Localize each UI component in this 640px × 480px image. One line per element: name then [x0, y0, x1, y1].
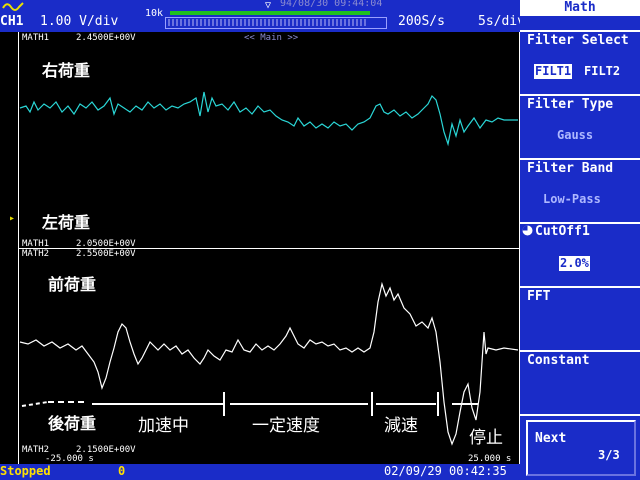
scope-logo-icon	[2, 2, 24, 11]
menu-page-indicator: 3/3	[598, 448, 620, 462]
level-marker-icon: ▸	[9, 213, 16, 224]
right-load-label: 右荷重	[42, 61, 91, 80]
filter-type-label: Filter Type	[527, 97, 614, 112]
status-datetime: 02/09/29 00:42:35	[384, 464, 507, 478]
fft-label: FFT	[527, 289, 551, 304]
math1-trace	[19, 91, 518, 147]
left-load-label: 左荷重	[42, 213, 91, 232]
menu-separator	[520, 414, 640, 416]
phase-decelerating: 減速	[384, 416, 418, 436]
time-per-div[interactable]: 5s/div	[478, 15, 525, 29]
next-label: Next	[535, 431, 567, 446]
rear-load-label: 後荷重	[48, 414, 97, 433]
menu-title: Math	[564, 0, 596, 15]
filter-option-filt2[interactable]: FILT2	[584, 64, 620, 79]
sample-rate: 200S/s	[398, 14, 445, 29]
front-load-label: 前荷重	[48, 275, 97, 294]
trigger-datetime: 94/08/30 09:44:04	[280, 0, 383, 9]
record-position-bar	[170, 11, 370, 15]
cutoff-label: CutOff1	[535, 224, 590, 239]
acquisition-status: Stopped	[0, 464, 51, 478]
zoom-window-fill	[168, 19, 368, 26]
phase-accelerating: 加速中	[138, 416, 189, 436]
knob-icon	[522, 225, 533, 236]
filter-type-value: Gauss	[557, 128, 594, 142]
filter-band-value: Low-Pass	[543, 192, 601, 206]
acquisition-count: 0	[118, 464, 126, 478]
record-length-label: 10k	[145, 8, 164, 19]
filter-band-label: Filter Band	[527, 161, 614, 176]
constant-label: Constant	[527, 353, 590, 368]
cutoff-value[interactable]: 2.0%	[559, 256, 590, 271]
trigger-marker-icon: ▽	[265, 0, 272, 11]
channel-label[interactable]: CH1	[0, 15, 23, 29]
filter-option-filt1[interactable]: FILT1	[534, 64, 573, 79]
filter-select-label: Filter Select	[527, 33, 629, 48]
phase-constant-speed: 一定速度	[252, 416, 320, 436]
volts-per-div: 1.00 V/div	[40, 14, 119, 29]
phase-stopped: 停止	[469, 428, 503, 448]
